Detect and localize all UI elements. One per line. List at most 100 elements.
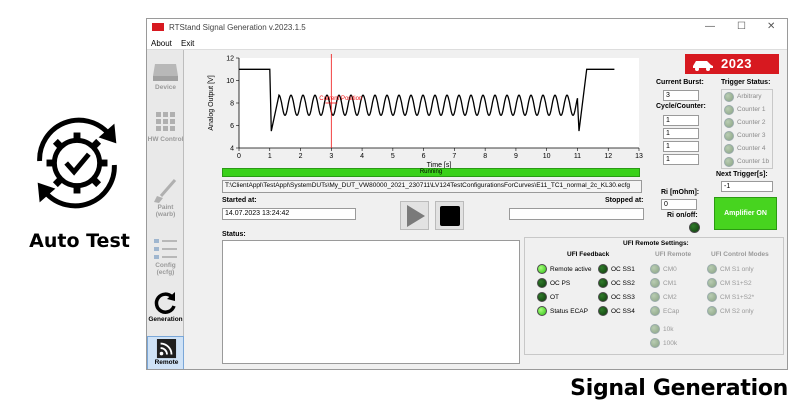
y-tick-label: 6: [230, 123, 234, 130]
rss-icon: [156, 339, 177, 359]
amplifier-on-button[interactable]: Amplifier ON: [714, 197, 777, 230]
menu-bar: About Exit: [147, 36, 787, 50]
ufi-mode-label: CM S1+S2: [720, 280, 752, 287]
config-list-icon: [154, 239, 177, 259]
cycle-counter-field[interactable]: 1: [663, 154, 699, 165]
ufi-remote-title: UFI Remote: [655, 251, 692, 258]
ufi-feedback-label: Status ECAP: [550, 308, 588, 315]
hard-drive-icon: [153, 64, 178, 81]
footer-label: Signal Generation: [570, 376, 788, 401]
play-button[interactable]: [400, 201, 429, 230]
title-bar: RTStand Signal Generation v.2023.1.5 — ☐…: [147, 19, 787, 36]
gear-check-cycle-icon: [37, 117, 117, 209]
cycle-counter-field[interactable]: 1: [663, 141, 699, 152]
cm-s1-s2-toggle[interactable]: [707, 278, 717, 288]
minimize-button[interactable]: —: [705, 21, 715, 32]
ufi-feedback-label: OC SS2: [611, 280, 635, 287]
sidebar-item-paint[interactable]: Paint (warb): [147, 176, 184, 224]
stopped-label: Stopped at:: [605, 197, 644, 204]
ufi-feedback-label: OC PS: [550, 280, 571, 287]
x-tick-label: 6: [422, 153, 426, 160]
car-icon: [693, 61, 713, 71]
trigger-item: Counter 1: [737, 106, 766, 113]
cm0-toggle[interactable]: [650, 264, 660, 274]
x-tick-label: 7: [452, 153, 456, 160]
ri-onoff-label: Ri on/off:: [667, 212, 698, 219]
sidebar-item-generation[interactable]: Generation: [147, 288, 184, 336]
cycle-counter-field[interactable]: 1: [663, 128, 699, 139]
status-textarea[interactable]: [222, 240, 520, 364]
trigger-led: [724, 92, 734, 102]
trigger-item: Arbitrary: [737, 93, 762, 100]
current-burst-label: Current Burst:: [656, 79, 704, 86]
cm-s1-s2-star-toggle[interactable]: [707, 292, 717, 302]
sidebar-item-config[interactable]: Config (ecfg): [147, 234, 184, 282]
oc-ss4-led: [598, 306, 608, 316]
sidebar-item-device[interactable]: Device: [147, 56, 184, 104]
app-window: RTStand Signal Generation v.2023.1.5 — ☐…: [146, 18, 788, 370]
ri-field[interactable]: 0: [661, 199, 697, 210]
y-axis-label: Analog Output [V]: [208, 75, 215, 130]
cursor-label: Current Position: [319, 96, 362, 102]
10k-toggle[interactable]: [650, 324, 660, 334]
started-field[interactable]: 14.07.2023 13:24:42: [222, 208, 356, 220]
100k-toggle[interactable]: [650, 338, 660, 348]
oc-ss2-led: [598, 278, 608, 288]
sidebar-item-label: HW Control: [147, 136, 184, 143]
menu-exit[interactable]: Exit: [181, 39, 194, 48]
trigger-status-label: Trigger Status:: [721, 79, 771, 86]
status-ecap-led: [537, 306, 547, 316]
sidebar: Device HW Control Paint (warb) Config (e…: [147, 50, 184, 369]
menu-about[interactable]: About: [151, 39, 172, 48]
run-status-bar: Running: [222, 168, 640, 177]
ri-onoff-toggle[interactable]: [689, 222, 700, 233]
ufi-title: UFI Remote Settings:: [623, 240, 689, 247]
oc-ps-led: [537, 278, 547, 288]
started-label: Started at:: [222, 197, 257, 204]
ufi-feedback-label: OC SS3: [611, 294, 635, 301]
x-tick-label: 0: [237, 153, 241, 160]
paintbrush-icon: [154, 179, 177, 203]
ufi-feedback-title: UFI Feedback: [567, 251, 610, 258]
ecap-toggle[interactable]: [650, 306, 660, 316]
trigger-status-box: Arbitrary Counter 1 Counter 2 Counter 3 …: [721, 89, 773, 169]
refresh-icon: [154, 292, 176, 314]
x-tick-label: 2: [299, 153, 303, 160]
sidebar-item-label: Generation: [148, 316, 183, 323]
trigger-item: Counter 1b: [737, 158, 770, 165]
x-tick-label: 13: [635, 153, 643, 160]
ufi-modes-title: UFI Control Modes: [711, 251, 769, 258]
stop-button[interactable]: [435, 201, 464, 230]
ufi-feedback-label: OC SS4: [611, 308, 635, 315]
maximize-button[interactable]: ☐: [737, 21, 746, 32]
ufi-remote-label: CM2: [663, 294, 677, 301]
x-tick-label: 4: [360, 153, 364, 160]
x-tick-label: 9: [514, 153, 518, 160]
cm2-toggle[interactable]: [650, 292, 660, 302]
next-trigger-field[interactable]: -1: [721, 181, 773, 192]
x-tick-label: 11: [574, 153, 581, 160]
cycle-counter-field[interactable]: 1: [663, 115, 699, 126]
trigger-led: [724, 105, 734, 115]
logo-year: 2023: [721, 56, 752, 71]
sidebar-item-remote[interactable]: Remote: [147, 336, 184, 369]
cm-s2-only-toggle[interactable]: [707, 306, 717, 316]
ufi-feedback-label: OC SS1: [611, 266, 635, 273]
play-icon: [407, 205, 425, 227]
ri-label: Ri [mOhm]:: [661, 189, 700, 196]
oc-ss3-led: [598, 292, 608, 302]
cm-s1-only-toggle[interactable]: [707, 264, 717, 274]
stopped-field[interactable]: [509, 208, 644, 220]
close-button[interactable]: ✕: [767, 21, 775, 32]
next-trigger-label: Next Trigger[s]:: [716, 171, 768, 178]
config-file-path[interactable]: T:\ClientAppl\TestAppl\SystemDUTs\My_DUT…: [222, 180, 642, 193]
ufi-feedback-label: Remote active: [550, 266, 592, 273]
sidebar-item-hw-control[interactable]: HW Control: [147, 108, 184, 156]
ufi-remote-label: CM0: [663, 266, 677, 273]
trigger-item: Counter 4: [737, 145, 766, 152]
current-burst-field[interactable]: 3: [663, 90, 699, 101]
ufi-mode-label: CM S2 only: [720, 308, 754, 315]
sidebar-item-label: Remote: [154, 359, 179, 366]
cm1-toggle[interactable]: [650, 278, 660, 288]
app-logo-icon: [152, 23, 164, 31]
